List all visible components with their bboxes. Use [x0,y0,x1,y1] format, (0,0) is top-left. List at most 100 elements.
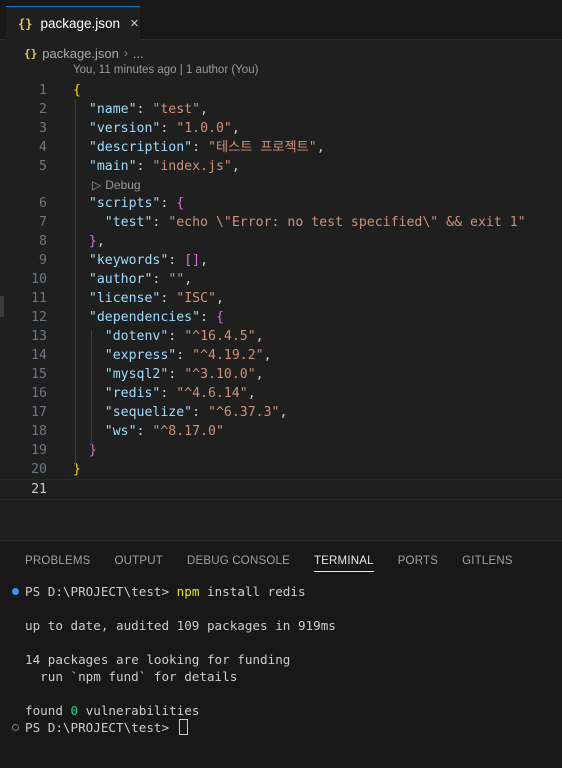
panel-tab-problems[interactable]: PROBLEMS [25,555,91,572]
code-line[interactable]: 13 "dotenv": "^16.4.5", [0,327,562,346]
editor-tab-bar: {} package.json × [0,0,562,40]
debug-codelens[interactable]: ▷ Debug [92,176,141,194]
code-text: "express": "^4.19.2", [73,346,272,365]
bottom-panel: PROBLEMS OUTPUT DEBUG CONSOLE TERMINAL PORTS… [0,540,562,768]
code-text: } [73,441,97,460]
code-line[interactable]: 15 "mysql2": "^3.10.0", [0,365,562,384]
code-token: , [316,140,325,155]
code-token: "1.0.0" [176,121,232,136]
code-token: , [255,329,264,344]
code-line[interactable]: 18 "ws": "^8.17.0" [0,422,562,441]
code-token: : [168,329,185,344]
git-blame-annotation[interactable]: You, 11 minutes ago | 1 author (You) [73,64,258,76]
code-token: "" [168,272,185,287]
code-token: "scripts" [88,196,161,211]
code-line[interactable]: 16 "redis": "^4.6.14", [0,384,562,403]
code-text: "dependencies": { [73,308,224,327]
code-token: : [152,215,169,230]
code-token: , [200,102,209,117]
code-token: , [215,291,224,306]
panel-tab-ports[interactable]: PORTS [398,555,438,572]
code-line[interactable]: 12 "dependencies": { [0,308,562,327]
line-number: 4 [39,140,47,155]
code-line[interactable]: 6 "scripts": { [0,194,562,213]
line-number: 5 [39,159,47,174]
code-line[interactable]: 17 "sequelize": "^6.37.3", [0,403,562,422]
code-token: : [168,367,185,382]
code-line[interactable]: 11 "license": "ISC", [0,289,562,308]
code-line[interactable]: 3 "version": "1.0.0", [0,119,562,138]
line-number: 3 [39,121,47,136]
code-token: "dotenv" [104,329,169,344]
command-pending-dot-icon[interactable] [12,724,19,731]
code-token: , [247,386,256,401]
code-token: "name" [88,102,137,117]
line-number: 17 [31,405,47,420]
indent-guide [75,100,76,465]
code-line[interactable]: 1{ [0,81,562,100]
line-number: 13 [31,329,47,344]
code-line[interactable]: 20} [0,460,562,479]
code-token: "author" [88,272,153,287]
code-text: "author": "", [73,270,192,289]
code-text: "sequelize": "^6.37.3", [73,403,288,422]
code-line[interactable]: 4 "description": "테스트 프로젝트", [0,138,562,157]
line-number: 15 [31,367,47,382]
code-token: } [88,234,97,249]
code-text: "redis": "^4.6.14", [73,384,256,403]
code-token: "^16.4.5" [184,329,256,344]
terminal-prompt-line[interactable]: PS D:\PROJECT\test> [25,719,188,736]
indent-guide [91,330,92,445]
code-editor[interactable]: 1{2 "name": "test", 3 "version": "1.0.0",… [0,79,562,539]
code-token: : [160,121,177,136]
command-success-dot-icon[interactable] [12,588,19,595]
code-token: , [231,121,240,136]
panel-tab-debug-console[interactable]: DEBUG CONSOLE [187,555,290,572]
tab-package-json[interactable]: {} package.json × [6,6,140,40]
code-token: "^4.19.2" [192,348,264,363]
code-text: { [73,81,81,100]
code-line[interactable]: 9 "keywords": [], [0,251,562,270]
code-token: { [73,83,81,98]
code-text: "keywords": [], [73,251,208,270]
line-number: 1 [39,83,47,98]
code-text: "test": "echo \"Error: no test specified… [73,213,526,232]
panel-tab-gitlens[interactable]: GITLENS [462,555,513,572]
terminal-line-output: up to date, audited 109 packages in 919m… [25,618,336,633]
code-token: "^3.10.0" [184,367,256,382]
line-number: 21 [31,482,47,497]
panel-tab-terminal[interactable]: TERMINAL [313,555,374,572]
line-number: 8 [39,234,47,249]
breadcrumb-file[interactable]: package.json [42,46,119,61]
code-line[interactable]: 10 "author": "", [0,270,562,289]
code-line[interactable]: 14 "express": "^4.19.2", [0,346,562,365]
code-text: "dotenv": "^16.4.5", [73,327,264,346]
code-text: "version": "1.0.0", [73,119,240,138]
code-token: "main" [88,159,137,174]
code-text: "scripts": { [73,194,184,213]
code-line[interactable]: 7 "test": "echo \"Error: no test specifi… [0,213,562,232]
panel-tabs: PROBLEMS OUTPUT DEBUG CONSOLE TERMINAL PORTS… [25,555,537,572]
code-token: "express" [104,348,177,363]
code-text: "license": "ISC", [73,289,224,308]
terminal-line-output: run `npm fund` for details [25,669,238,684]
line-number: 11 [31,291,47,306]
code-token: "테스트 프로젝트" [208,140,317,155]
code-line[interactable]: 5 "main": "index.js", [0,157,562,176]
code-token: : [168,253,185,268]
code-line[interactable]: 19 } [0,441,562,460]
code-text: "description": "테스트 프로젝트", [73,138,325,157]
code-line[interactable]: 8 }, [0,232,562,251]
close-icon[interactable]: × [130,15,139,32]
code-line[interactable]: 21 [0,479,562,500]
code-token: : [200,310,216,325]
tab-label: package.json [40,16,121,31]
code-token: : [136,102,153,117]
panel-tab-output[interactable]: OUTPUT [115,555,163,572]
breadcrumb-more[interactable]: ... [133,46,144,61]
code-line[interactable]: 2 "name": "test", [0,100,562,119]
code-token: "redis" [104,386,161,401]
